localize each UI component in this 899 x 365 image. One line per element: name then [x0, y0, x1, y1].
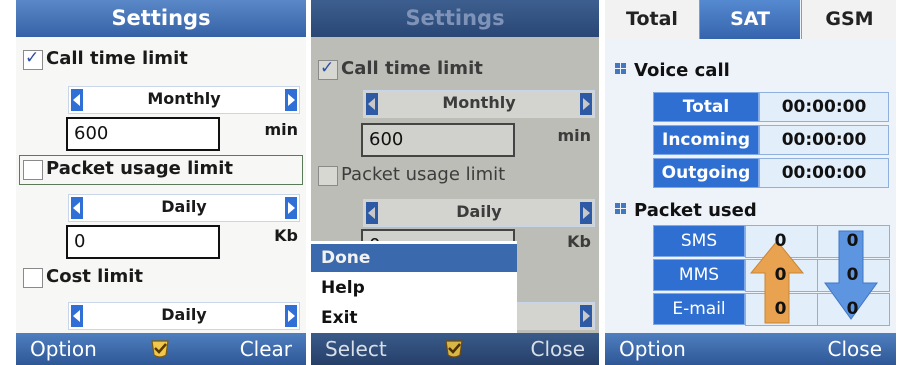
arrow-left-icon[interactable] — [71, 305, 83, 327]
call-data-summary-screen: Total SAT GSM Voice call Total 00:00:00 … — [605, 0, 896, 365]
settings-screen: Settings Call time limit Monthly 600 min… — [16, 0, 306, 365]
packet-usage-unit: Kb — [567, 232, 591, 251]
check-icon[interactable] — [149, 338, 171, 360]
close-softkey[interactable]: Close — [531, 337, 585, 361]
mms-label: MMS — [653, 259, 745, 291]
menu-item-exit[interactable]: Exit — [311, 304, 517, 332]
softkey-bar: Option Clear — [16, 333, 306, 365]
voice-total-label: Total — [653, 92, 759, 122]
arrow-left-icon[interactable] — [366, 202, 378, 224]
call-time-unit: min — [264, 120, 298, 139]
bullet-icon — [615, 63, 627, 75]
call-time-limit-label: Call time limit — [341, 58, 483, 79]
call-time-period-value: Monthly — [147, 89, 221, 108]
table-row: Incoming 00:00:00 — [653, 125, 889, 155]
arrow-left-icon[interactable] — [366, 93, 378, 115]
voice-outgoing-label: Outgoing — [653, 158, 759, 188]
packet-usage-limit-row[interactable]: Packet usage limit — [19, 155, 303, 185]
call-time-value: 600 — [74, 123, 109, 144]
menu-item-help[interactable]: Help — [311, 274, 517, 302]
call-time-period-selector[interactable]: Monthly — [363, 90, 595, 118]
arrow-right-icon[interactable] — [285, 305, 297, 327]
packet-usage-limit-label: Packet usage limit — [46, 158, 233, 179]
sms-received-value: 0 — [846, 231, 859, 251]
option-softkey[interactable]: Option — [30, 337, 97, 361]
call-time-period-value: Monthly — [442, 93, 516, 112]
cost-limit-label: Cost limit — [46, 266, 144, 287]
call-time-limit-row[interactable]: Call time limit — [16, 46, 306, 74]
close-softkey[interactable]: Close — [828, 337, 882, 361]
email-received-value: 0 — [846, 299, 859, 319]
packet-usage-limit-checkbox[interactable] — [318, 166, 338, 186]
voice-incoming-label: Incoming — [653, 125, 759, 155]
clear-softkey[interactable]: Clear — [240, 337, 292, 361]
arrow-right-icon[interactable] — [580, 93, 592, 115]
voice-incoming-value: 00:00:00 — [759, 125, 889, 155]
arrow-left-icon[interactable] — [71, 197, 83, 219]
voice-call-heading: Voice call — [615, 60, 730, 81]
packet-used-heading: Packet used — [615, 200, 757, 221]
select-softkey[interactable]: Select — [325, 337, 387, 361]
softkey-bar: Select Close — [311, 333, 599, 365]
check-icon[interactable] — [443, 338, 465, 360]
cost-limit-period-selector[interactable] — [511, 302, 595, 330]
packet-usage-limit-row[interactable]: Packet usage limit — [311, 162, 599, 190]
arrow-right-icon[interactable] — [285, 89, 297, 111]
cost-limit-row[interactable]: Cost limit — [16, 264, 306, 292]
packet-used-title: Packet used — [634, 200, 757, 221]
call-time-period-selector[interactable]: Monthly — [68, 86, 300, 114]
packet-usage-unit: Kb — [274, 226, 298, 245]
packet-usage-period-selector[interactable]: Daily — [68, 194, 300, 222]
packet-usage-period-selector[interactable]: Daily — [363, 199, 595, 227]
tab-total[interactable]: Total — [605, 0, 700, 39]
arrow-left-icon[interactable] — [71, 89, 83, 111]
sms-sent-value: 0 — [774, 231, 787, 251]
tab-gsm[interactable]: GSM — [801, 0, 896, 39]
call-time-value: 600 — [369, 129, 404, 150]
packet-usage-limit-checkbox[interactable] — [23, 160, 43, 180]
screen-title: Settings — [311, 0, 599, 37]
email-label: E-mail — [653, 293, 745, 325]
packet-usage-period-value: Daily — [161, 197, 207, 216]
table-row: Total 00:00:00 — [653, 92, 889, 122]
packet-usage-limit-label: Packet usage limit — [341, 164, 506, 185]
call-time-limit-row[interactable]: Call time limit — [311, 56, 599, 84]
call-time-limit-checkbox[interactable] — [318, 58, 338, 80]
cost-limit-checkbox[interactable] — [23, 268, 43, 288]
option-softkey[interactable]: Option — [619, 337, 686, 361]
call-time-value-field[interactable]: 600 — [66, 117, 220, 151]
menu-item-done[interactable]: Done — [311, 244, 517, 272]
call-time-unit: min — [557, 126, 591, 145]
mms-sent-value: 0 — [774, 265, 787, 285]
mms-received-value: 0 — [846, 265, 859, 285]
voice-total-value: 00:00:00 — [759, 92, 889, 122]
packet-usage-value-field[interactable]: 0 — [66, 225, 220, 259]
call-time-limit-label: Call time limit — [46, 48, 188, 69]
call-time-limit-checkbox[interactable] — [23, 48, 43, 70]
sms-label: SMS — [653, 225, 745, 257]
tab-sat[interactable]: SAT — [700, 0, 800, 39]
cost-limit-period-value: Daily — [161, 305, 207, 324]
arrow-right-icon[interactable] — [285, 197, 297, 219]
voice-call-title: Voice call — [634, 60, 730, 81]
cost-limit-period-selector[interactable]: Daily — [68, 302, 300, 330]
packet-usage-period-value: Daily — [456, 202, 502, 221]
options-menu: Done Help Exit — [311, 241, 517, 335]
tab-bar: Total SAT GSM — [605, 0, 896, 39]
screen-title: Settings — [16, 0, 306, 37]
softkey-bar: Option Close — [605, 333, 896, 365]
packet-usage-value: 0 — [74, 231, 86, 252]
arrow-right-icon[interactable] — [580, 305, 592, 327]
arrow-right-icon[interactable] — [580, 202, 592, 224]
table-row: Outgoing 00:00:00 — [653, 158, 889, 188]
call-time-value-field[interactable]: 600 — [361, 123, 515, 157]
bullet-icon — [615, 203, 627, 215]
voice-outgoing-value: 00:00:00 — [759, 158, 889, 188]
settings-screen-menu-open: Settings Call time limit Monthly 600 min… — [311, 0, 599, 365]
packet-used-table: SMS MMS E-mail 0 0 0 0 0 0 — [653, 225, 890, 326]
email-sent-value: 0 — [774, 299, 787, 319]
